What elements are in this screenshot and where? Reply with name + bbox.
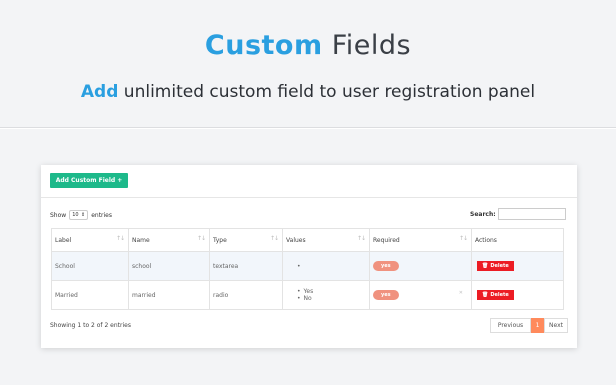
- table-header-row: Label ↑↓ Name ↑↓ Type ↑↓ Values ↑↓ Required ↑…: [51, 228, 564, 252]
- cell-label: Married: [51, 280, 129, 310]
- banner-title-accent: Custom: [204, 30, 323, 61]
- updown-icon: ⇕: [81, 212, 86, 218]
- table-info: Showing 1 to 2 of 2 entries: [50, 322, 131, 329]
- entries-select-value: 10: [72, 212, 79, 218]
- entries-length-control: Show 10 ⇕ entries: [50, 210, 112, 220]
- column-header-type[interactable]: Type ↑↓: [209, 228, 283, 252]
- value-item: No: [297, 295, 369, 302]
- entries-select[interactable]: 10 ⇕: [69, 210, 89, 220]
- show-label: Show: [50, 211, 67, 219]
- table-row: School school textarea yes 🗑Delete: [51, 251, 564, 281]
- trash-icon: 🗑: [482, 292, 489, 298]
- value-item: [297, 263, 369, 270]
- cell-values: [282, 251, 370, 281]
- cell-type: textarea: [209, 251, 283, 281]
- cell-name: school: [128, 251, 210, 281]
- sort-icon: ↑↓: [356, 235, 366, 242]
- sort-icon: ↑↓: [196, 235, 206, 242]
- cell-required: yes: [369, 251, 472, 281]
- cell-values: Yes No: [282, 280, 370, 310]
- sort-icon: ↑↓: [458, 235, 468, 242]
- previous-page-button[interactable]: Previous: [490, 318, 531, 333]
- column-header-required[interactable]: Required ↑↓: [369, 228, 472, 252]
- search-label: Search:: [470, 210, 496, 218]
- sort-icon: ↑↓: [115, 235, 125, 242]
- banner-subtitle: Add unlimited custom field to user regis…: [0, 82, 616, 102]
- column-header-values[interactable]: Values ↑↓: [282, 228, 370, 252]
- banner-title: Custom Fields: [0, 30, 616, 61]
- cell-type: radio: [209, 280, 283, 310]
- search-input[interactable]: [497, 208, 566, 220]
- panel-divider: [41, 197, 577, 198]
- banner-subtitle-rest: unlimited custom field to user registrat…: [123, 82, 536, 102]
- pagination: Previous 1 Next: [490, 318, 568, 333]
- page-1-button[interactable]: 1: [531, 318, 544, 333]
- entries-label: entries: [91, 211, 113, 219]
- hero-banner: Custom Fields Add unlimited custom field…: [0, 0, 616, 128]
- required-badge: yes: [373, 290, 399, 300]
- trash-icon: 🗑: [482, 263, 489, 269]
- required-badge: yes: [373, 261, 399, 271]
- delete-button[interactable]: 🗑 Delete: [477, 290, 514, 300]
- column-header-actions: Actions: [471, 228, 564, 252]
- custom-fields-panel: Add Custom Field + Show 10 ⇕ entries Sea…: [41, 165, 577, 348]
- banner-title-rest: Fields: [331, 30, 412, 61]
- add-custom-field-button[interactable]: Add Custom Field +: [50, 173, 128, 188]
- column-header-label[interactable]: Label ↑↓: [51, 228, 129, 252]
- banner-subtitle-accent: Add: [80, 82, 119, 102]
- next-page-button[interactable]: Next: [544, 318, 568, 333]
- value-item: Yes: [297, 288, 369, 295]
- close-icon[interactable]: ✕: [459, 290, 463, 296]
- cell-required: yes ✕: [369, 280, 472, 310]
- cell-name: married: [128, 280, 210, 310]
- sort-icon: ↑↓: [269, 235, 279, 242]
- search-control: Search:: [470, 208, 566, 220]
- table-row: Married married radio Yes No yes ✕ 🗑Dele…: [51, 280, 564, 310]
- cell-actions: 🗑 Delete: [471, 251, 564, 281]
- delete-button[interactable]: 🗑 Delete: [477, 261, 514, 271]
- column-header-name[interactable]: Name ↑↓: [128, 228, 210, 252]
- cell-label: School: [51, 251, 129, 281]
- custom-fields-table: Label ↑↓ Name ↑↓ Type ↑↓ Values ↑↓ Required ↑…: [51, 228, 564, 310]
- cell-actions: 🗑 Delete: [471, 280, 564, 310]
